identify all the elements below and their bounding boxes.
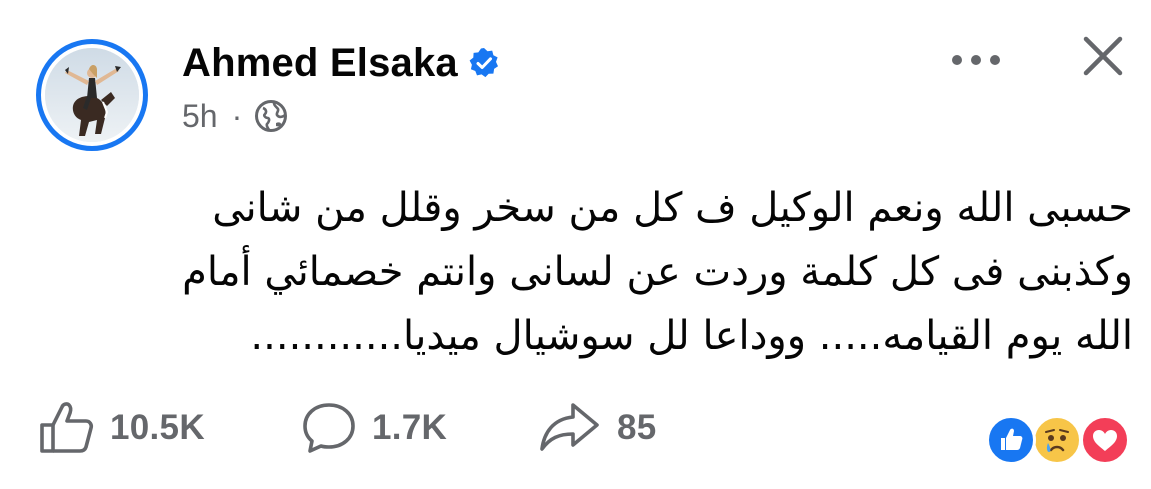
like-button[interactable]: 10.5K bbox=[38, 400, 205, 456]
share-count: 85 bbox=[617, 408, 657, 447]
comment-bubble-icon bbox=[303, 403, 355, 453]
profile-avatar[interactable] bbox=[36, 39, 148, 151]
verified-badge-icon bbox=[468, 47, 500, 79]
like-reaction-icon bbox=[986, 415, 1036, 465]
post-meta: 5h · bbox=[182, 96, 288, 136]
avatar-image bbox=[45, 48, 139, 142]
post-timestamp[interactable]: 5h bbox=[182, 98, 218, 135]
author-row: Ahmed Elsaka bbox=[182, 38, 500, 88]
globe-icon[interactable] bbox=[254, 99, 288, 133]
share-arrow-icon bbox=[540, 403, 599, 451]
more-options-button[interactable] bbox=[945, 40, 1007, 80]
post-text-line: الله يوم القيامه..... ووداعا لل سوشيال م… bbox=[250, 313, 1133, 359]
share-button[interactable]: 85 bbox=[537, 400, 657, 456]
close-button[interactable] bbox=[1075, 28, 1131, 84]
action-bar: 10.5K 1.7K 85 bbox=[0, 400, 1151, 460]
post-text-line: وكذبنى فى كل كلمة وردت عن لسانى وانتم خص… bbox=[182, 249, 1133, 295]
sad-reaction-icon bbox=[1032, 415, 1082, 465]
close-icon bbox=[1083, 36, 1123, 76]
post-text: حسبى الله ونعم الوكيل ف كل من سخر وقلل م… bbox=[30, 176, 1133, 368]
meta-separator: · bbox=[231, 97, 243, 134]
more-dots-icon bbox=[952, 55, 1000, 65]
comment-count: 1.7K bbox=[372, 408, 448, 447]
post-text-line: حسبى الله ونعم الوكيل ف كل من سخر وقلل م… bbox=[212, 185, 1133, 231]
love-reaction-icon bbox=[1080, 415, 1130, 465]
author-name[interactable]: Ahmed Elsaka bbox=[182, 41, 458, 86]
reaction-summary[interactable] bbox=[986, 415, 1136, 467]
thumbs-up-icon bbox=[40, 402, 94, 453]
like-count: 10.5K bbox=[110, 408, 205, 447]
comment-button[interactable]: 1.7K bbox=[300, 400, 447, 456]
